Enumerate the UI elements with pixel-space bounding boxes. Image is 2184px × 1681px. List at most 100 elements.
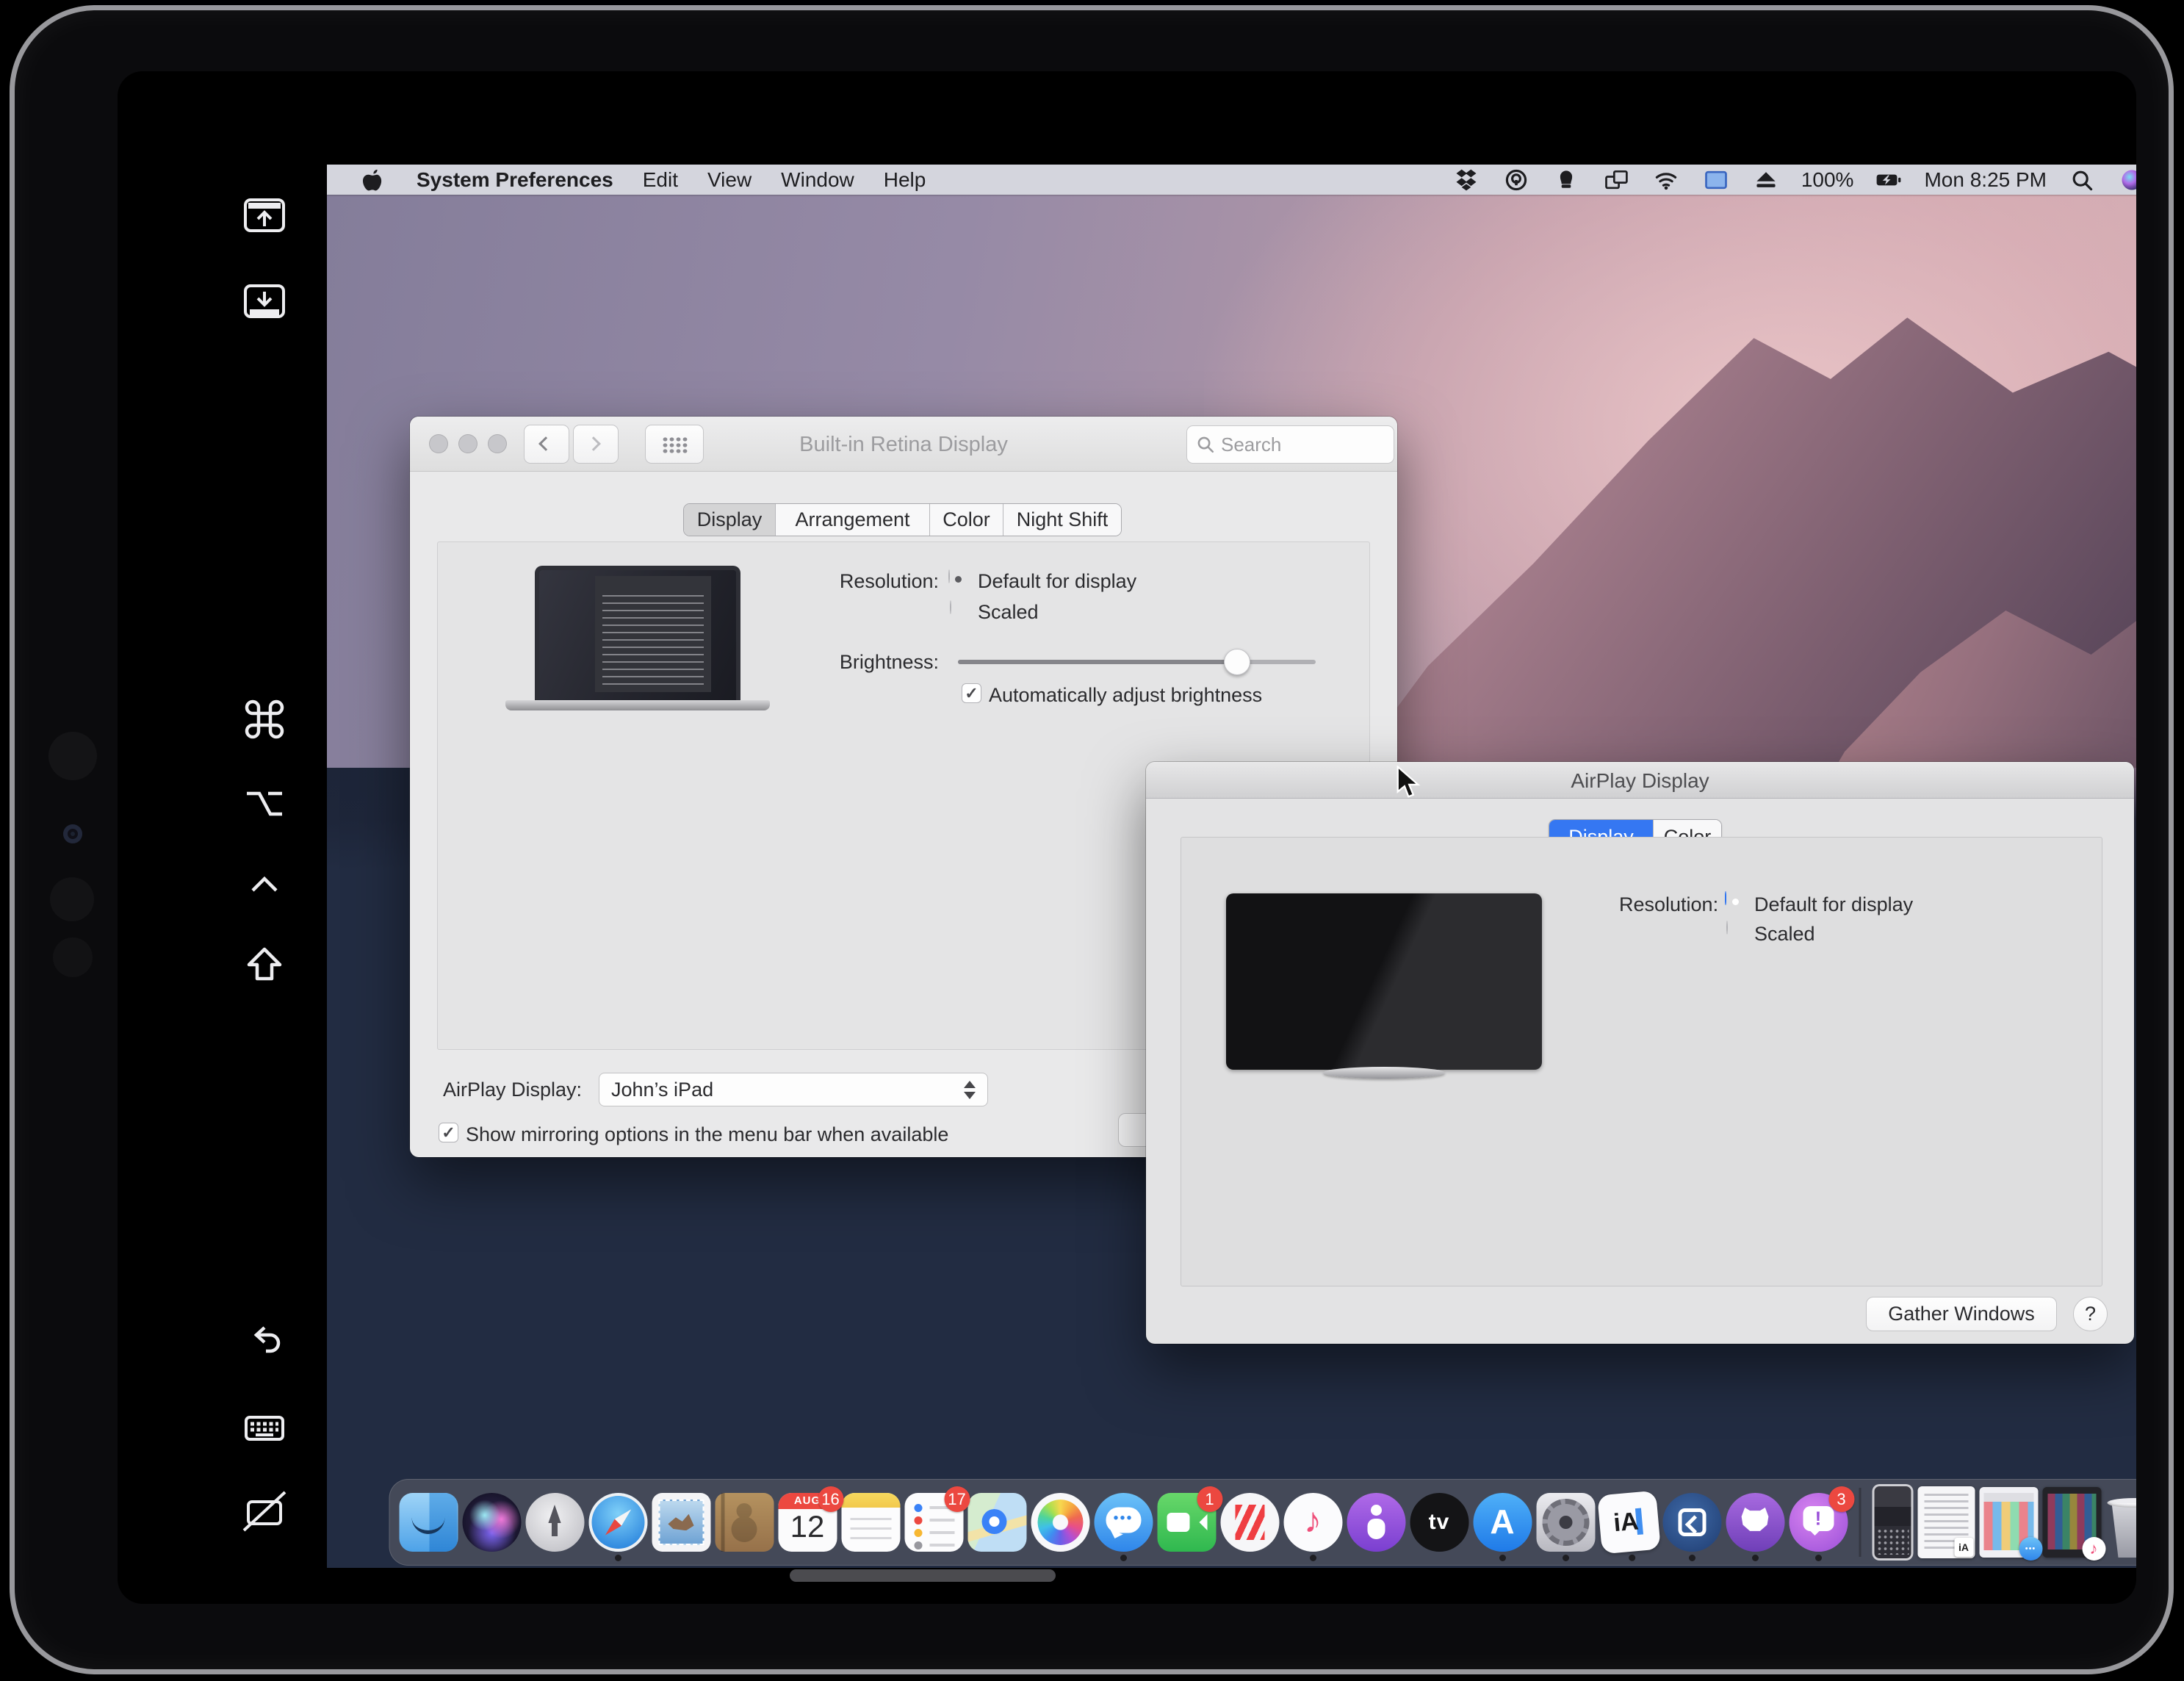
wifi-icon[interactable] [1651, 165, 1681, 195]
control-key-icon[interactable] [241, 861, 288, 908]
beta-badge: 3 [1828, 1486, 1854, 1512]
ipad-device: System Preferences Edit View Window Help [15, 10, 2169, 1669]
iawriter-glyph: iA [1612, 1507, 1640, 1538]
keyboard-icon[interactable] [241, 1405, 288, 1452]
dock-item-calendar-icon[interactable]: AUG 12 16 [778, 1486, 843, 1552]
radio-default-for-display[interactable] [948, 569, 950, 583]
dock-item-sidecar-icon[interactable] [1662, 1493, 1721, 1561]
airplay-radio-scaled-label[interactable]: Scaled [1754, 923, 1815, 946]
menu-help[interactable]: Help [884, 168, 926, 192]
tab-display[interactable]: Display [684, 504, 776, 536]
ipad-screen: System Preferences Edit View Window Help [118, 71, 2136, 1604]
dock-item-launchpad-icon[interactable] [525, 1493, 584, 1552]
onepassword-icon[interactable] [1502, 165, 1531, 195]
airplay-radio-scaled[interactable] [1726, 921, 1728, 935]
apple-menu-icon[interactable] [358, 165, 387, 195]
beta-glyph: ! [1814, 1507, 1822, 1530]
brightness-slider-knob[interactable] [1223, 649, 1250, 675]
dock-item-messages-icon[interactable]: ••• [1094, 1493, 1153, 1561]
dock-item-siri-icon[interactable] [462, 1493, 521, 1552]
radio-default-label[interactable]: Default for display [978, 570, 1136, 593]
menubar-toggle-icon[interactable] [241, 192, 288, 240]
mouse-cursor [1396, 765, 1422, 803]
airplay-radio-default[interactable] [1725, 891, 1726, 905]
airplay-titlebar[interactable]: AirPlay Display [1146, 762, 2134, 799]
tab-night-shift[interactable]: Night Shift [1003, 504, 1121, 536]
min-doc-glyph: iA [1954, 1538, 1973, 1557]
sidecar-windows-icon[interactable] [1601, 165, 1631, 195]
silhouette-icon[interactable] [1551, 165, 1581, 195]
dock-item-maps-icon[interactable] [967, 1493, 1026, 1552]
min-grid-glyph: ♪ [2082, 1537, 2105, 1561]
battery-charging-icon[interactable] [1874, 165, 1903, 195]
dock-item-notes-icon[interactable] [841, 1493, 900, 1552]
search-input[interactable] [1221, 433, 1385, 456]
spotlight-icon[interactable] [2067, 165, 2097, 195]
appstore-glyph: A [1490, 1502, 1515, 1541]
dock-item-podcasts-icon[interactable] [1347, 1493, 1405, 1552]
dock-item-min-doc-icon[interactable]: iA [1917, 1486, 1975, 1558]
gather-windows-button[interactable]: Gather Windows [1866, 1297, 2057, 1331]
mirroring-label[interactable]: Show mirroring options in the menu bar w… [466, 1123, 948, 1146]
search-field[interactable] [1186, 425, 1394, 464]
menu-window[interactable]: Window [781, 168, 854, 192]
dock-item-facetime-icon[interactable]: 1 [1157, 1486, 1222, 1552]
siri-icon[interactable] [2117, 165, 2136, 195]
option-key-icon[interactable] [241, 780, 288, 827]
tab-color[interactable]: Color [930, 504, 1003, 536]
auto-brightness-label[interactable]: Automatically adjust brightness [989, 684, 1262, 707]
menu-app-name[interactable]: System Preferences [417, 168, 613, 192]
min-browser-glyph: ••• [2019, 1537, 2042, 1561]
iawriter-running-indicator [1628, 1554, 1636, 1562]
appstore-running-indicator [1499, 1555, 1506, 1561]
dock-item-mail-icon[interactable] [652, 1493, 710, 1552]
auto-brightness-checkbox[interactable]: ✓ [962, 683, 981, 703]
mirroring-checkbox[interactable]: ✓ [439, 1123, 458, 1142]
command-key-icon[interactable] [241, 696, 288, 743]
camera-sensor [48, 732, 97, 780]
display-active-icon[interactable] [1701, 165, 1731, 195]
dock-item-news-icon[interactable] [1220, 1493, 1279, 1552]
dock-item-safari-icon[interactable] [588, 1493, 647, 1561]
tab-arrangement[interactable]: Arrangement [776, 504, 930, 536]
radio-scaled[interactable] [950, 600, 951, 614]
dropbox-icon[interactable] [1452, 165, 1481, 195]
dock-item-music-icon[interactable]: ♪ [1283, 1493, 1342, 1561]
camera-sensor-2 [50, 877, 94, 921]
home-indicator[interactable] [790, 1569, 1056, 1582]
dock-item-finder-icon[interactable] [399, 1493, 458, 1552]
dock-item-appstore-icon[interactable]: A [1473, 1493, 1532, 1561]
shift-key-icon[interactable] [241, 942, 288, 989]
dock-item-min-phone-icon[interactable] [1872, 1484, 1913, 1561]
menu-view[interactable]: View [707, 168, 752, 192]
brightness-slider[interactable] [958, 649, 1316, 675]
sidecar-running-indicator [1688, 1555, 1695, 1561]
dock-item-iawriter-icon[interactable]: iA [1596, 1490, 1661, 1562]
airplay-radio-default-label[interactable]: Default for display [1754, 893, 1913, 916]
prefs-titlebar[interactable]: Built-in Retina Display [410, 417, 1397, 472]
dock-item-github-icon[interactable] [1726, 1493, 1784, 1561]
menu-clock[interactable]: Mon 8:25 PM [1924, 168, 2047, 192]
dock-item-tv-icon[interactable]: tv [1410, 1493, 1468, 1552]
dock-item-photos-icon[interactable] [1031, 1493, 1089, 1552]
dock-item-beta-icon[interactable]: ! 3 [1789, 1486, 1854, 1561]
dock-toggle-icon[interactable] [241, 277, 288, 324]
radio-scaled-label[interactable]: Scaled [978, 601, 1039, 624]
dock-item-sysprefs-icon[interactable] [1536, 1493, 1595, 1561]
airplay-display-label: AirPlay Display: [443, 1079, 583, 1101]
eject-icon[interactable] [1751, 165, 1781, 195]
help-button[interactable]: ? [2073, 1297, 2108, 1331]
disconnect-icon[interactable] [241, 1488, 288, 1535]
menu-edit[interactable]: Edit [643, 168, 678, 192]
airplay-display-select[interactable]: John’s iPad [599, 1073, 988, 1106]
front-camera [63, 824, 82, 843]
dock-item-min-grid-icon[interactable]: ♪ [2042, 1487, 2105, 1561]
dock-item-contacts-icon[interactable] [715, 1493, 774, 1552]
undo-icon[interactable] [241, 1320, 288, 1367]
resolution-label: Resolution: [839, 570, 939, 592]
dock-item-reminders-icon[interactable]: 17 [904, 1486, 970, 1552]
music-running-indicator [1309, 1555, 1316, 1561]
dock-item-trash-icon[interactable] [2105, 1487, 2136, 1558]
dock-item-min-browser-icon[interactable]: ••• [1979, 1487, 2042, 1561]
brightness-label: Brightness: [839, 651, 939, 673]
